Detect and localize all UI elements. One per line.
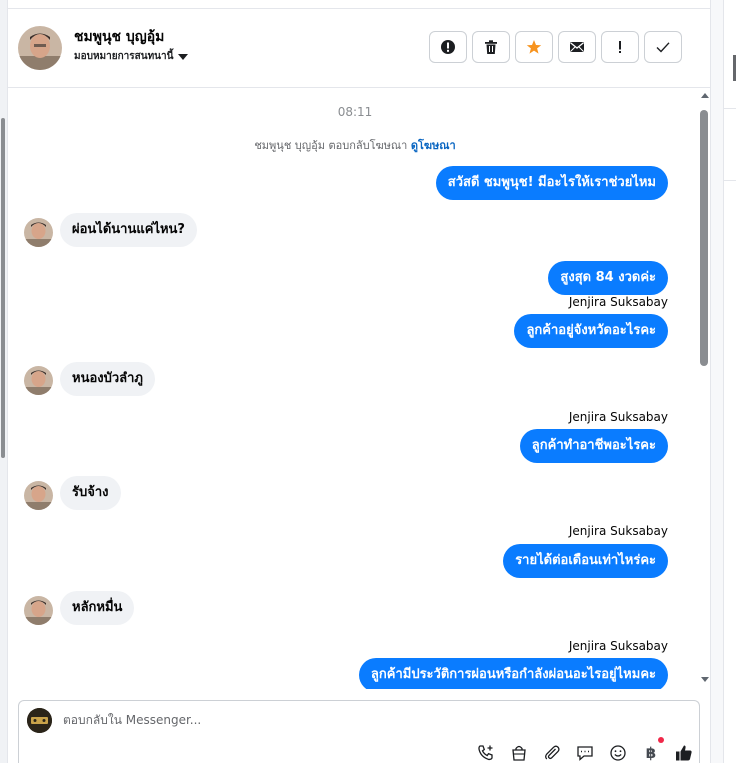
call-button[interactable]	[475, 743, 497, 763]
sender-name: Jenjira Suksabay	[568, 295, 668, 309]
shop-button[interactable]	[508, 743, 530, 763]
phone-plus-icon	[478, 745, 493, 761]
outgoing-message[interactable]: สวัสดี ชมพูนุช! มีอะไรให้เราช่วยไหม	[435, 166, 668, 200]
attach-button[interactable]	[541, 743, 563, 763]
like-button[interactable]	[673, 743, 695, 763]
conversation-actions	[429, 31, 682, 63]
sender-name: Jenjira Suksabay	[568, 639, 668, 653]
contact-avatar-small[interactable]	[24, 481, 53, 510]
view-ad-link[interactable]: ดูโฆษณา	[411, 139, 456, 152]
mark-spam-button[interactable]	[429, 31, 467, 63]
scroll-down-arrow-icon[interactable]	[701, 677, 709, 682]
right-panel-divider	[723, 180, 736, 181]
scroll-up-arrow-icon[interactable]	[701, 93, 709, 98]
contact-avatar[interactable]	[18, 26, 62, 70]
assign-conversation-dropdown[interactable]: มอบหมายการสนทนานี้	[74, 49, 189, 64]
outgoing-message[interactable]: รายได้ต่อเดือนเท่าไหร่คะ	[503, 544, 668, 578]
notification-dot	[658, 737, 664, 743]
right-panel-edge	[710, 0, 736, 763]
sender-name: Jenjira Suksabay	[568, 410, 668, 424]
left-panel-edge	[0, 0, 8, 763]
chat-bubble-icon	[577, 746, 593, 761]
outgoing-message[interactable]: สูงสุด 84 งวดค่ะ	[548, 261, 668, 295]
thumbs-up-icon	[676, 745, 692, 761]
outgoing-message[interactable]: ลูกค้ามีประวัติการผ่อนหรือกำลังผ่อนอะไรอ…	[358, 658, 668, 689]
star-button[interactable]	[515, 31, 553, 63]
outgoing-message[interactable]: ลูกค้าทำอาชีพอะไรคะ	[519, 429, 668, 463]
follow-up-button[interactable]	[601, 31, 639, 63]
right-panel	[723, 0, 736, 763]
ad-reply-notice: ชมพูนุช บุญอุ้ม ตอบกลับโฆษณา ดูโฆษณา	[8, 136, 702, 154]
incoming-message[interactable]: รับจ้าง	[60, 476, 121, 510]
mark-done-button[interactable]	[644, 31, 682, 63]
assign-label: มอบหมายการสนทนานี้	[74, 51, 174, 62]
check-icon	[656, 42, 670, 53]
contact-name[interactable]: ชมพูนุช บุญอุ้ม	[74, 26, 164, 48]
sender-name: Jenjira Suksabay	[568, 524, 668, 538]
scrollbar-thumb[interactable]	[700, 110, 708, 366]
contact-avatar-small[interactable]	[24, 366, 53, 395]
timestamp: 08:11	[337, 105, 373, 119]
outgoing-message[interactable]: ลูกค้าอยู่จังหวัดอะไรคะ	[514, 314, 668, 348]
contact-avatar-small[interactable]	[24, 218, 53, 247]
left-scrollbar-thumb[interactable]	[1, 118, 5, 458]
delete-button[interactable]	[472, 31, 510, 63]
trash-icon	[485, 40, 497, 54]
alert-circle-icon	[441, 40, 455, 54]
reply-input[interactable]	[63, 713, 463, 727]
incoming-message[interactable]: หนองบัวลำภู	[60, 362, 155, 396]
caret-down-icon	[178, 53, 189, 60]
message-thread[interactable]: 08:11 ชมพูนุช บุญอุ้ม ตอบกลับโฆษณา ดูโฆษ…	[8, 89, 710, 689]
ad-reply-text: ชมพูนุช บุญอุ้ม ตอบกลับโฆษณา	[254, 139, 408, 152]
smiley-icon	[610, 745, 626, 761]
paperclip-icon	[545, 745, 560, 760]
saved-replies-button[interactable]	[574, 743, 596, 763]
mark-unread-button[interactable]	[558, 31, 596, 63]
right-panel-divider	[723, 108, 736, 109]
baht-icon: ฿	[645, 744, 657, 762]
star-icon	[526, 40, 542, 54]
incoming-message[interactable]: ผ่อนได้นานแค่ไหน?	[60, 213, 197, 247]
incoming-message[interactable]: หลักหมื่น	[60, 591, 135, 625]
conversation-header: ชมพูนุช บุญอุ้ม มอบหมายการสนทนานี้	[8, 8, 710, 88]
payment-button[interactable]: ฿	[640, 737, 664, 763]
composer-toolbar: ฿	[475, 737, 695, 763]
reply-composer: ฿	[18, 700, 700, 763]
thread-scrollbar[interactable]	[700, 93, 710, 685]
page-avatar	[27, 708, 52, 733]
contact-avatar-small[interactable]	[24, 596, 53, 625]
emoji-button[interactable]	[607, 743, 629, 763]
envelope-icon	[570, 42, 584, 52]
exclamation-icon	[619, 41, 621, 53]
shopping-bag-icon	[512, 745, 526, 761]
